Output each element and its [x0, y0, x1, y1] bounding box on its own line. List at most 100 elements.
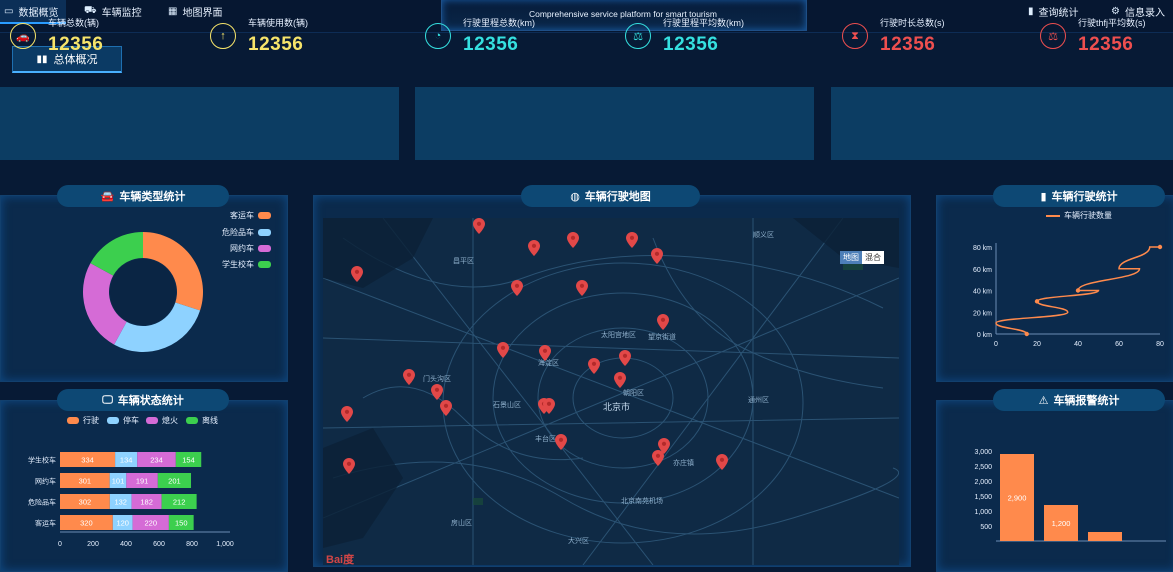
- hourglass-icon: ⧗: [842, 23, 868, 49]
- map-label: 丰台区: [535, 436, 556, 443]
- y-tick-label: 60 km: [973, 267, 992, 274]
- stat-value: 12356: [248, 34, 304, 55]
- map-pin-icon[interactable]: [341, 406, 353, 422]
- donut-hole: [110, 259, 176, 325]
- map-label: 门头沟区: [423, 376, 451, 383]
- map-title: ◍ 车辆行驶地图: [521, 185, 700, 207]
- stat-total-mileage: ◔ 行驶里程总数(km) 12356: [425, 0, 615, 73]
- map-logo: Bai度: [326, 554, 355, 565]
- map-pin-icon[interactable]: [528, 240, 540, 256]
- map-pin-icon[interactable]: [351, 266, 363, 282]
- map-pin-icon[interactable]: [343, 458, 355, 474]
- legend-label: 离线: [202, 416, 218, 425]
- panel-title-text: 车辆状态统计: [117, 395, 184, 407]
- data-label: 201: [168, 477, 181, 486]
- map-mode-button[interactable]: 地图: [840, 251, 862, 264]
- legend-swatch: [1046, 214, 1060, 217]
- vehicle-status-title: 🖵 车辆状态统计: [57, 389, 229, 411]
- car-icon: 🚘: [100, 190, 115, 203]
- map-type-toggle: 地图 混合: [840, 251, 884, 264]
- map-label: 大兴区: [568, 538, 589, 545]
- map-pin-icon[interactable]: [651, 248, 663, 264]
- legend-item[interactable]: 停车: [107, 415, 139, 426]
- legend-label: 车辆行驶数量: [1064, 211, 1112, 220]
- map-label: 北京市: [603, 402, 631, 412]
- hybrid-mode-button[interactable]: 混合: [862, 251, 884, 264]
- legend-item[interactable]: 行驶: [67, 415, 99, 426]
- stat-label: 行驶里程总数(km): [463, 18, 535, 28]
- travel-stats-title: ▮ 车辆行驶统计: [993, 185, 1165, 207]
- stat-label: 行驶thfj平均数(s): [1078, 18, 1146, 28]
- map-pin-icon[interactable]: [543, 398, 555, 414]
- data-label: 150: [175, 519, 188, 528]
- legend-item[interactable]: 学生校车: [222, 259, 271, 270]
- map-label: 房山区: [451, 520, 472, 527]
- stat-avg-duration: ⚖ 行驶thfj平均数(s) 12356: [1040, 0, 1170, 73]
- x-tick-label: 20: [1033, 341, 1041, 348]
- legend-label: 危险品车: [222, 228, 254, 237]
- legend-item[interactable]: 熄火: [146, 415, 178, 426]
- x-tick-label: 600: [153, 541, 165, 548]
- stat-total-duration: ⧗ 行驶时长总数(s) 12356: [842, 0, 1022, 73]
- legend-swatch: [258, 245, 271, 252]
- data-label: 154: [182, 456, 195, 465]
- map-pin-icon[interactable]: [440, 400, 452, 416]
- data-label: 301: [79, 477, 92, 486]
- x-tick-label: 40: [1074, 341, 1082, 348]
- map-pin-icon[interactable]: [473, 218, 485, 234]
- stat-label: 行驶时长总数(s): [880, 18, 945, 28]
- y-tick-label: 500: [980, 524, 992, 531]
- category-label: 危险品车: [28, 498, 56, 507]
- x-tick-label: 400: [120, 541, 132, 548]
- map-pin-icon[interactable]: [539, 345, 551, 361]
- panel-title-text: 车辆报警统计: [1053, 395, 1120, 407]
- y-tick-label: 2,500: [974, 464, 992, 471]
- legend-item[interactable]: 危险品车: [222, 227, 271, 238]
- stat-avg-mileage: ⚖ 行驶里程平均数(km) 12356: [625, 0, 810, 73]
- vehicle-map[interactable]: 北京市 海淀区 朝阳区 丰台区 石景山区 门头沟区 大兴区 房山区 顺义区 通州…: [323, 218, 899, 565]
- alarm-icon: ⚠: [1038, 394, 1049, 407]
- map-pin-icon[interactable]: [716, 454, 728, 470]
- y-tick-label: 3,000: [974, 449, 992, 456]
- vehicle-type-title: 🚘 车辆类型统计: [57, 185, 229, 207]
- map-roads: [323, 218, 899, 565]
- stat-vehicles-in-use: ↑ 车辆使用数(辆) 12356: [210, 0, 390, 73]
- y-tick-label: 1,500: [974, 494, 992, 501]
- car-icon: 🚗: [10, 23, 36, 49]
- map-pin-icon[interactable]: [431, 384, 443, 400]
- vehicle-type-donut-chart: [82, 232, 203, 352]
- map-pin-icon[interactable]: [567, 232, 579, 248]
- legend-item[interactable]: 网约车: [230, 243, 271, 254]
- legend-item[interactable]: 离线: [186, 415, 218, 426]
- map-label: 石景山区: [493, 402, 521, 409]
- map-pin-icon[interactable]: [497, 342, 509, 358]
- x-tick-label: 200: [87, 541, 99, 548]
- map-pin-icon[interactable]: [626, 232, 638, 248]
- map-pin-icon[interactable]: [588, 358, 600, 374]
- map-pin-icon[interactable]: [555, 434, 567, 450]
- data-label: 101: [112, 477, 125, 486]
- map-pin-icon[interactable]: [403, 369, 415, 385]
- stat-value: 12356: [880, 34, 936, 55]
- data-label: 2,900: [1008, 494, 1027, 503]
- stat-panel-duration: [831, 87, 1173, 160]
- legend-item[interactable]: 车辆行驶数量: [1046, 210, 1112, 221]
- data-point: [1034, 299, 1040, 304]
- legend-swatch: [258, 229, 271, 236]
- stat-value: 12356: [663, 34, 719, 55]
- map-pin-icon[interactable]: [511, 280, 523, 296]
- y-tick-label: 2,000: [974, 479, 992, 486]
- map-pin-icon[interactable]: [652, 450, 664, 466]
- map-pin-icon[interactable]: [619, 350, 631, 366]
- x-tick-label: 800: [186, 541, 198, 548]
- stat-total-vehicles: 🚗 车辆总数(辆) 12356: [10, 0, 190, 73]
- legend-item[interactable]: 客运车: [230, 210, 271, 221]
- map-pin-icon[interactable]: [576, 280, 588, 296]
- globe-icon: ◍: [570, 190, 580, 203]
- legend-swatch: [258, 261, 271, 268]
- map-pin-icon[interactable]: [614, 372, 626, 388]
- alarm-stats-title: ⚠ 车辆报警统计: [993, 389, 1165, 411]
- x-tick-label: 0: [994, 341, 998, 348]
- legend-swatch: [146, 417, 158, 424]
- map-pin-icon[interactable]: [657, 314, 669, 330]
